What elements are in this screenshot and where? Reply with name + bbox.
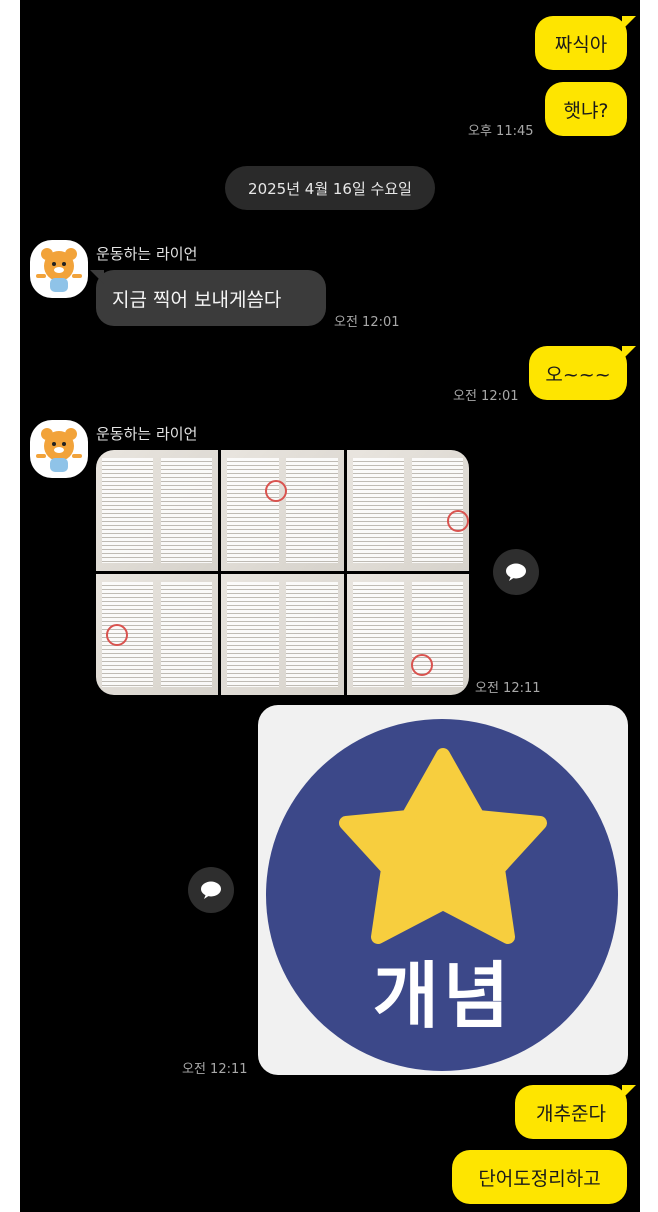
message-time: 오전 12:01 — [453, 389, 519, 404]
photo-album-grid[interactable] — [96, 450, 469, 695]
my-message-bubble[interactable]: 개추준다 — [515, 1085, 627, 1139]
concept-image-message[interactable]: 개념 — [258, 705, 628, 1075]
my-message-bubble[interactable]: 햇냐? — [545, 82, 627, 136]
photo-thumbnail[interactable] — [96, 450, 219, 571]
sender-name: 운동하는 라이언 — [96, 425, 198, 443]
bubble-tail — [622, 16, 636, 30]
my-message-bubble[interactable]: 오~~~ — [529, 346, 627, 400]
ryan-avatar-icon[interactable] — [30, 420, 88, 478]
photo-thumbnail[interactable] — [221, 574, 344, 695]
chat-room: 짜식아 햇냐? 오후 11:45 2025년 4월 16일 수요일 운동하는 라… — [20, 0, 640, 1212]
photo-thumbnail[interactable] — [346, 450, 469, 571]
share-chat-icon — [201, 881, 221, 899]
message-text: 개추준다 — [536, 1102, 606, 1125]
message-time: 오후 11:45 — [468, 124, 534, 139]
other-message-bubble[interactable]: 지금 찍어 보내게씀다 — [96, 270, 326, 326]
share-button[interactable] — [188, 867, 234, 913]
date-divider: 2025년 4월 16일 수요일 — [225, 166, 435, 210]
message-text: 오~~~ — [545, 363, 611, 386]
my-message-bubble[interactable]: 짜식아 — [535, 16, 627, 70]
share-chat-icon — [506, 563, 526, 581]
photo-thumbnail[interactable] — [346, 574, 469, 695]
message-text: 햇냐? — [563, 99, 609, 122]
message-time: 오전 12:01 — [334, 315, 400, 330]
message-time: 오전 12:11 — [475, 681, 541, 696]
message-text: 단어도정리하고 — [478, 1167, 601, 1190]
ryan-avatar-icon[interactable] — [30, 240, 88, 298]
bubble-tail — [622, 1085, 636, 1099]
my-message-bubble[interactable]: 단어도정리하고 — [452, 1150, 627, 1204]
message-time: 오전 12:11 — [182, 1062, 248, 1077]
message-text: 짜식아 — [554, 33, 608, 56]
bubble-tail — [622, 346, 636, 360]
photo-thumbnail[interactable] — [96, 574, 219, 695]
concept-label: 개념 — [372, 954, 514, 1038]
message-text: 지금 찍어 보내게씀다 — [112, 288, 282, 311]
photo-thumbnail[interactable] — [221, 450, 344, 571]
share-button[interactable] — [493, 549, 539, 595]
sender-name: 운동하는 라이언 — [96, 245, 198, 263]
